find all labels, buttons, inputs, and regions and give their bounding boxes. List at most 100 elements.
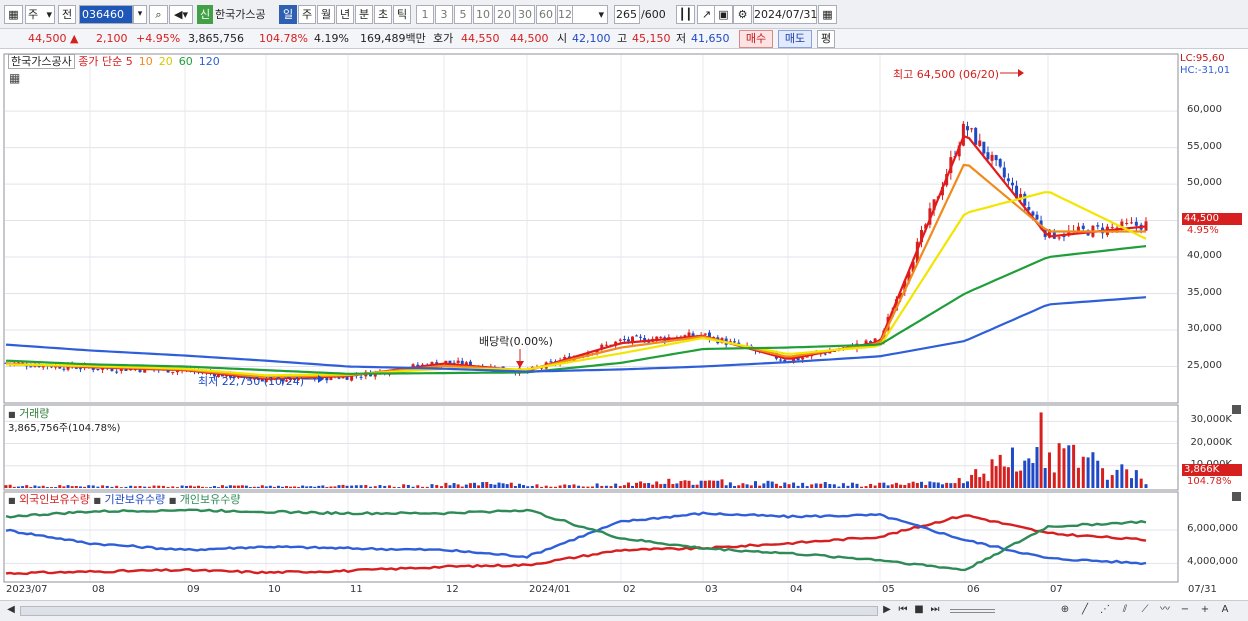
holders-panel-close-icon[interactable] — [1232, 492, 1241, 501]
volume-bar — [651, 484, 655, 488]
zoom-out-icon[interactable]: − — [1178, 603, 1192, 619]
volume-bar — [544, 485, 548, 488]
market-select[interactable]: 주 ▾ — [25, 5, 55, 24]
volume-bar — [505, 484, 509, 488]
volume-bar — [990, 459, 994, 488]
ask-price-1: 44,550 — [461, 32, 500, 45]
volume-bar — [119, 487, 123, 488]
prev-button[interactable]: 전 — [58, 5, 76, 24]
crosshair-icon[interactable]: ⊕ — [1058, 603, 1072, 619]
volume-panel-close-icon[interactable] — [1232, 405, 1241, 414]
font-icon[interactable]: A — [1218, 603, 1232, 619]
volume-bar — [911, 481, 915, 488]
volume-bar — [663, 483, 667, 488]
volume-bar — [894, 482, 898, 488]
zoom-in-icon[interactable]: + — [1198, 603, 1212, 619]
eval-button[interactable]: 평 — [817, 30, 835, 48]
volume-bar — [522, 485, 526, 488]
volume-bar — [305, 486, 309, 488]
wave-icon[interactable]: 〰 — [1158, 603, 1172, 619]
scroll-left-icon[interactable]: ◀ — [4, 603, 18, 619]
volume-tag: 3,866K — [1182, 464, 1242, 476]
candle-body — [171, 371, 175, 373]
volume-bar — [337, 485, 341, 488]
trade-amount: 169,489백만 — [360, 32, 426, 45]
volume-bar — [873, 485, 877, 488]
period-tab-4[interactable]: 분 — [355, 5, 373, 24]
volume-bar — [378, 485, 382, 488]
buy-button[interactable]: 매수 — [739, 30, 773, 48]
volume-bar — [978, 477, 982, 488]
chart-menu-icon[interactable]: ▦ — [4, 5, 23, 24]
volume-bar — [940, 484, 944, 488]
play-icon[interactable]: ⏭ — [928, 603, 942, 619]
volume-panel[interactable] — [3, 404, 1179, 491]
calendar-icon[interactable]: ▦ — [818, 5, 837, 24]
volume-bar — [855, 483, 859, 488]
date-input[interactable]: 2024/07/31 — [753, 5, 817, 24]
period-tab-1[interactable]: 주 — [298, 5, 316, 24]
volume-bar — [383, 485, 387, 488]
save-icon[interactable]: ▣ — [714, 5, 733, 24]
volume-bar — [530, 485, 534, 488]
volume-bar — [837, 486, 841, 488]
price-panel[interactable] — [3, 53, 1179, 404]
volume-bar — [12, 486, 16, 488]
volume-bar — [986, 481, 990, 488]
channel-icon[interactable]: ⫽ — [1118, 603, 1132, 619]
candle-type-icon[interactable]: ┃┃ — [676, 5, 695, 24]
count-input[interactable]: 265 — [614, 5, 640, 24]
period-tab-0[interactable]: 일 — [279, 5, 297, 24]
volume-bar — [129, 485, 133, 488]
interval-tab-60[interactable]: 60 — [536, 5, 556, 24]
volume-bar — [411, 486, 415, 488]
volume-bar — [256, 486, 260, 488]
sell-button[interactable]: 매도 — [778, 30, 812, 48]
volume-bar — [957, 478, 961, 488]
volume-bar — [770, 481, 774, 488]
period-tab-6[interactable]: 틱 — [393, 5, 411, 24]
interval-tab-20[interactable]: 20 — [494, 5, 514, 24]
period-tab-2[interactable]: 월 — [317, 5, 335, 24]
interval-tab-1[interactable]: 1 — [416, 5, 434, 24]
interval-tab-30[interactable]: 30 — [515, 5, 535, 24]
volume-bar — [425, 486, 429, 488]
current-price-tag: 44,500 — [1182, 213, 1242, 225]
interval-tab-3[interactable]: 3 — [435, 5, 453, 24]
volume-bar — [297, 486, 301, 488]
stop-icon[interactable]: ■ — [912, 603, 926, 619]
volume-bar — [841, 483, 845, 488]
volume-bar — [659, 484, 663, 488]
volume-bar — [197, 485, 200, 488]
volume-bar — [280, 486, 284, 488]
code-dropdown-icon[interactable]: ▾ — [133, 5, 147, 24]
scroll-track[interactable] — [20, 606, 878, 616]
chart-area[interactable] — [0, 50, 1248, 600]
volume-bar — [452, 483, 456, 488]
period-tab-5[interactable]: 초 — [374, 5, 392, 24]
interval-tab-5[interactable]: 5 — [454, 5, 472, 24]
period-tab-3[interactable]: 년 — [336, 5, 354, 24]
zoom-slider[interactable] — [950, 609, 995, 613]
chart-table-icon[interactable]: ▦ — [9, 71, 20, 85]
volume-bar — [37, 486, 41, 488]
settings-gear-icon[interactable]: ⚙ — [733, 5, 752, 24]
search-icon[interactable]: ⌕ — [149, 5, 168, 24]
interval-tab-10[interactable]: 10 — [473, 5, 493, 24]
volume-bar — [402, 484, 406, 488]
rewind-icon[interactable]: ⏮ — [896, 603, 910, 619]
volume-bar — [321, 485, 325, 488]
scroll-right-icon[interactable]: ▶ — [880, 603, 894, 619]
fib-icon[interactable]: ⋰ — [1098, 603, 1112, 619]
stock-code-input[interactable]: 036460 — [79, 5, 133, 24]
volume-bar — [87, 485, 91, 488]
volume-bar — [517, 483, 521, 488]
low-label: 저 — [676, 32, 687, 45]
interval-dropdown[interactable]: ▾ — [572, 5, 608, 24]
sound-icon[interactable]: ◀▾ — [169, 5, 193, 24]
line-tool-icon[interactable]: ╱ — [1078, 603, 1092, 619]
trend-icon[interactable]: ⟋ — [1138, 603, 1152, 619]
volume-tag-pct: 104.78% — [1187, 476, 1232, 487]
volume-bar — [78, 486, 82, 488]
volume-bar — [1091, 452, 1095, 488]
